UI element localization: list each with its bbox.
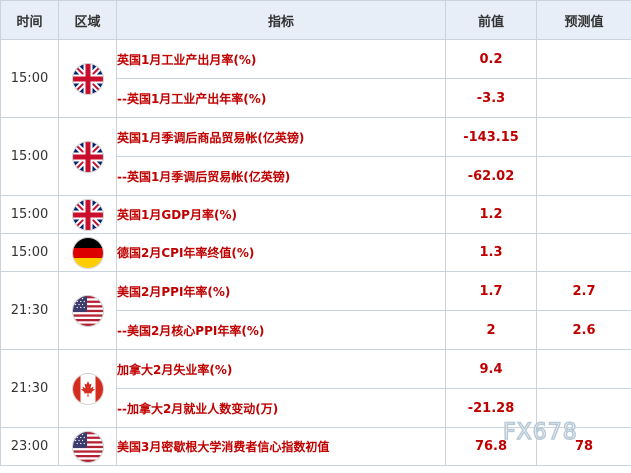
economic-calendar-table: 时间 区域 指标 前值 预测值 15:00 英国1月工业产出月率(%) 0.2 --… (0, 0, 631, 466)
forecast-value: 78 (536, 427, 631, 466)
event-area (58, 117, 117, 196)
event-time: 21:30 (0, 349, 59, 428)
header-forecast: 预测值 (536, 0, 631, 40)
previous-value: 1.2 (445, 195, 537, 234)
previous-value: 1.7 (445, 271, 537, 311)
table-body: 15:00 英国1月工业产出月率(%) 0.2 --英国1月工业产出年率(%) -3.… (0, 39, 631, 466)
indicator-name[interactable]: --英国1月季调后贸易帐(亿英镑) (116, 156, 446, 196)
event-time: 15:00 (0, 233, 59, 272)
forecast-value (536, 233, 631, 272)
table-row: 15:00 英国1月GDP月率(%) 1.2 (0, 195, 631, 234)
table-row: 23:00 美国3月密歇根大学消费者信心指数初值 76.8 78 (0, 427, 631, 466)
previous-value: 76.8 (445, 427, 537, 466)
event-time: 15:00 (0, 117, 59, 196)
table-row: 15:00 德国2月CPI年率终值(%) 1.3 (0, 233, 631, 272)
previous-value: -3.3 (445, 78, 537, 118)
event-time: 15:00 (0, 195, 59, 234)
previous-value: 9.4 (445, 349, 537, 389)
header-indicator: 指标 (116, 0, 446, 40)
uk-flag-icon (72, 199, 103, 230)
event-area (58, 349, 117, 428)
event-time: 23:00 (0, 427, 59, 466)
uk-flag-icon (72, 63, 103, 94)
forecast-value (536, 195, 631, 234)
indicator-name[interactable]: 英国1月GDP月率(%) (116, 195, 446, 234)
forecast-value (536, 388, 631, 428)
uk-flag-icon (72, 141, 103, 172)
event-area (58, 39, 117, 118)
event-area (58, 233, 117, 272)
forecast-value (536, 156, 631, 196)
indicator-name[interactable]: 英国1月工业产出月率(%) (116, 39, 446, 79)
indicator-name[interactable]: 加拿大2月失业率(%) (116, 349, 446, 389)
table-header-row: 时间 区域 指标 前值 预测值 (0, 0, 631, 40)
forecast-value (536, 117, 631, 157)
event-area (58, 195, 117, 234)
table-row: 21:30 加拿大2月失业率(%) 9.4 (0, 349, 631, 428)
indicator-name[interactable]: 德国2月CPI年率终值(%) (116, 233, 446, 272)
forecast-value (536, 349, 631, 389)
header-area: 区域 (58, 0, 117, 40)
event-area (58, 427, 117, 466)
previous-value: 1.3 (445, 233, 537, 272)
indicator-name[interactable]: --加拿大2月就业人数变动(万) (116, 388, 446, 428)
forecast-value (536, 78, 631, 118)
previous-value: -21.28 (445, 388, 537, 428)
previous-value: -143.15 (445, 117, 537, 157)
indicator-name[interactable]: --英国1月工业产出年率(%) (116, 78, 446, 118)
canada-flag-icon (72, 373, 103, 404)
usa-flag-icon (72, 431, 103, 462)
event-area (58, 271, 117, 350)
header-time: 时间 (0, 0, 59, 40)
indicator-name[interactable]: --美国2月核心PPI年率(%) (116, 310, 446, 350)
indicator-name[interactable]: 美国2月PPI年率(%) (116, 271, 446, 311)
table-row: 15:00 英国1月季调后商品贸易帐(亿英镑) -143.15 (0, 117, 631, 196)
table-row: 15:00 英国1月工业产出月率(%) 0.2 (0, 39, 631, 118)
previous-value: 0.2 (445, 39, 537, 79)
previous-value: 2 (445, 310, 537, 350)
forecast-value: 2.7 (536, 271, 631, 311)
event-time: 15:00 (0, 39, 59, 118)
usa-flag-icon (72, 295, 103, 326)
indicator-name[interactable]: 美国3月密歇根大学消费者信心指数初值 (116, 427, 446, 466)
header-previous: 前值 (445, 0, 537, 40)
previous-value: -62.02 (445, 156, 537, 196)
germany-flag-icon (72, 237, 103, 268)
forecast-value (536, 39, 631, 79)
forecast-value: 2.6 (536, 310, 631, 350)
table-row: 21:30 美国2月PPI年率(%) 1.7 2.7 (0, 271, 631, 350)
indicator-name[interactable]: 英国1月季调后商品贸易帐(亿英镑) (116, 117, 446, 157)
event-time: 21:30 (0, 271, 59, 350)
